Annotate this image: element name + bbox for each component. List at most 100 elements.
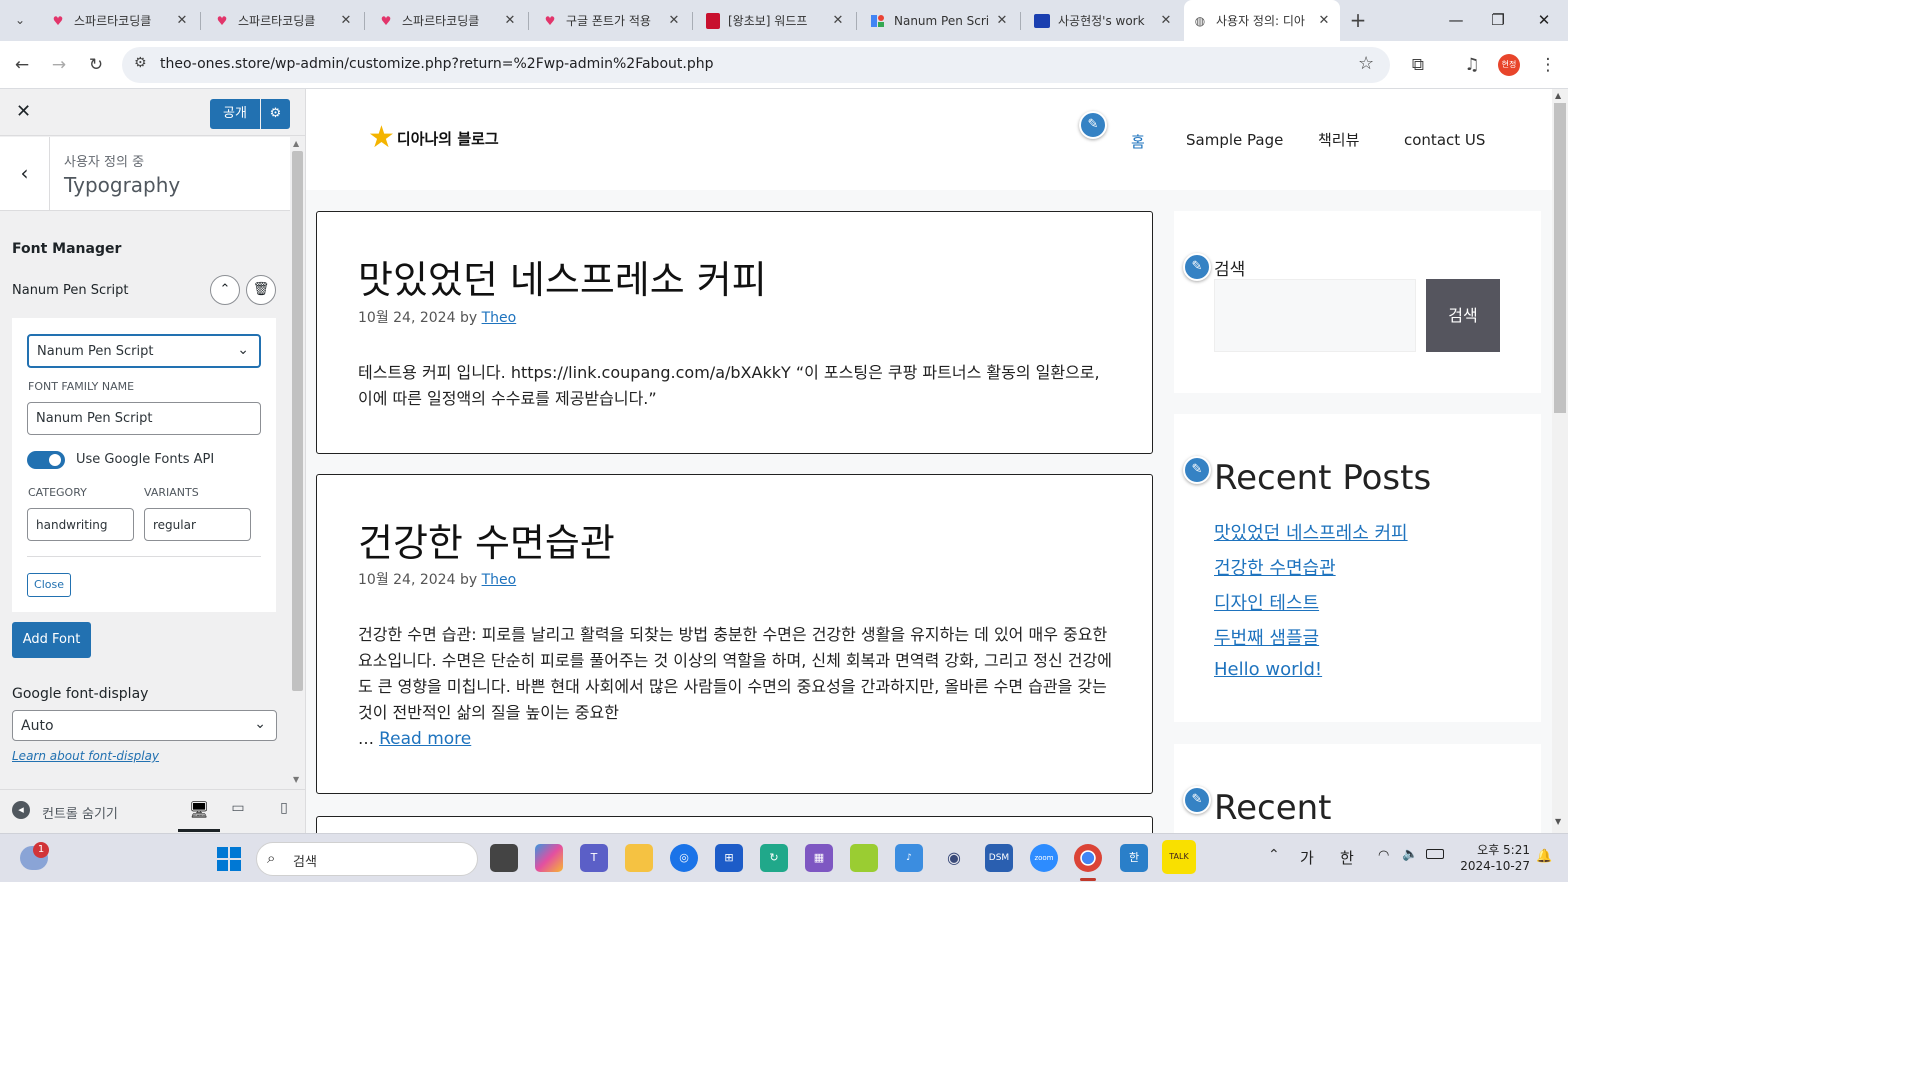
zoom-icon[interactable]: zoom — [1030, 844, 1058, 872]
media-control-icon[interactable]: ♫ — [1460, 53, 1484, 77]
copilot-icon[interactable] — [535, 844, 563, 872]
tab-search-icon[interactable]: ⌄ — [8, 8, 32, 32]
figure-app-icon[interactable] — [850, 844, 878, 872]
nav-book-review[interactable]: 책리뷰 — [1318, 129, 1359, 150]
tab-5[interactable]: [왕초보] 워드프 ✕ — [698, 6, 854, 35]
kakaotalk-icon[interactable]: TALK — [1162, 840, 1196, 874]
start-windows-icon[interactable] — [217, 847, 241, 871]
clock-time[interactable]: 오후 5:21 — [1470, 841, 1530, 858]
menu-kebab-icon[interactable]: ⋮ — [1536, 53, 1560, 77]
publish-button[interactable]: 공개 — [210, 99, 260, 129]
read-more-link[interactable]: Read more — [379, 729, 471, 749]
nav-contact[interactable]: contact US — [1404, 131, 1485, 149]
post-author-link[interactable]: Theo — [482, 572, 517, 588]
notification-bell-icon[interactable]: 🔔 — [1536, 849, 1552, 864]
back-icon[interactable]: ← — [10, 53, 34, 77]
edit-nav-pencil-icon[interactable]: ✎ — [1079, 111, 1107, 139]
restore-icon[interactable]: ❐ — [1486, 8, 1510, 32]
music-app-icon[interactable]: ♪ — [895, 844, 923, 872]
post-author-link[interactable]: Theo — [482, 310, 517, 326]
taskbar-search-box[interactable]: ⌕ 검색 — [256, 842, 478, 876]
delete-trash-icon[interactable]: 🗑 — [246, 275, 276, 305]
google-api-toggle[interactable] — [27, 451, 65, 469]
recent-post-link[interactable]: 건강한 수면습관 — [1214, 554, 1336, 580]
tab-4[interactable]: ♥ 구글 폰트가 적용 ✕ — [534, 6, 690, 35]
app-circle-icon[interactable]: ◎ — [670, 844, 698, 872]
search-submit-button[interactable]: 검색 — [1426, 279, 1500, 352]
close-tab-icon[interactable]: ✕ — [174, 13, 190, 28]
font-select[interactable]: Nanum Pen Script ⌄ — [27, 334, 261, 368]
edit-widget-pencil-icon[interactable]: ✎ — [1183, 786, 1211, 814]
edit-widget-pencil-icon[interactable]: ✎ — [1183, 456, 1211, 484]
minimize-icon[interactable]: — — [1444, 8, 1468, 32]
tablet-preview-icon[interactable]: ▭ — [228, 800, 248, 820]
teams-icon[interactable]: T — [580, 844, 608, 872]
search-input[interactable] — [1214, 279, 1416, 352]
tab-6[interactable]: Nanum Pen Scri ✕ — [862, 6, 1018, 35]
family-name-input[interactable]: Nanum Pen Script — [27, 402, 261, 435]
clock-date[interactable]: 2024-10-27 — [1455, 859, 1530, 873]
close-tab-icon[interactable]: ✕ — [502, 13, 518, 28]
post-title[interactable]: 맛있었던 네스프레소 커피 — [358, 249, 767, 304]
recent-post-link[interactable]: 맛있었던 네스프레소 커피 — [1214, 519, 1408, 545]
tray-chevron-up-icon[interactable]: ⌃ — [1268, 847, 1280, 863]
ime-mode-2[interactable]: 한 — [1340, 847, 1354, 868]
chrome-icon[interactable] — [1074, 844, 1102, 872]
close-tab-icon[interactable]: ✕ — [994, 13, 1010, 28]
tab-1[interactable]: ♥ 스파르타코딩클 ✕ — [42, 6, 198, 35]
post-title[interactable]: 건강한 수면습관 — [358, 512, 615, 567]
font-display-link[interactable]: Learn about font-display — [12, 749, 159, 763]
tab-active-customizer[interactable]: ◍ 사용자 정의: 디아 ✕ — [1184, 0, 1340, 41]
task-view-icon[interactable] — [490, 844, 518, 872]
close-font-button[interactable]: Close — [27, 573, 71, 597]
forward-icon[interactable]: → — [47, 53, 71, 77]
close-tab-icon[interactable]: ✕ — [830, 13, 846, 28]
new-tab-icon[interactable]: + — [1346, 8, 1370, 32]
variants-input[interactable]: regular — [144, 508, 251, 541]
sync-app-icon[interactable]: ↻ — [760, 844, 788, 872]
eye-app-icon[interactable]: ◉ — [940, 844, 968, 872]
hide-controls-icon[interactable]: ◂ — [12, 801, 30, 819]
nav-sample-page[interactable]: Sample Page — [1186, 131, 1283, 149]
calendar-app-icon[interactable]: ▦ — [805, 844, 833, 872]
publish-settings-gear-icon[interactable]: ⚙ — [261, 99, 290, 129]
close-tab-icon[interactable]: ✕ — [1316, 13, 1332, 28]
wifi-icon[interactable]: ◠ — [1378, 848, 1389, 863]
panel-scrollbar[interactable]: ▲ ▼ — [290, 137, 305, 787]
nav-home[interactable]: 홈 — [1131, 131, 1145, 152]
store-icon[interactable]: ⊞ — [715, 844, 743, 872]
recent-post-link[interactable]: 두번째 샘플글 — [1214, 624, 1319, 650]
close-tab-icon[interactable]: ✕ — [1158, 13, 1174, 28]
tab-7[interactable]: 사공현정's work ✕ — [1026, 6, 1182, 35]
close-tab-icon[interactable]: ✕ — [338, 13, 354, 28]
add-font-button[interactable]: Add Font — [12, 622, 91, 658]
recent-post-link[interactable]: Hello world! — [1214, 659, 1322, 680]
profile-avatar[interactable]: 현정 — [1498, 54, 1520, 76]
bookmark-star-icon[interactable]: ☆ — [1358, 53, 1374, 74]
address-bar[interactable]: ⚙ theo-ones.store/wp-admin/customize.php… — [122, 47, 1390, 83]
site-info-icon[interactable]: ⚙ — [134, 55, 147, 71]
desktop-preview-icon[interactable]: 🖥 — [178, 790, 220, 832]
reload-icon[interactable]: ↻ — [84, 53, 108, 77]
close-customizer-icon[interactable]: ✕ — [16, 101, 31, 122]
tab-3[interactable]: ♥ 스파르타코딩클 ✕ — [370, 6, 526, 35]
hide-controls-label[interactable]: 컨트롤 숨기기 — [42, 803, 118, 822]
close-tab-icon[interactable]: ✕ — [666, 13, 682, 28]
dsm-app-icon[interactable]: DSM — [985, 844, 1013, 872]
hangul-app-icon[interactable]: 한 — [1120, 844, 1148, 872]
edit-widget-pencil-icon[interactable]: ✎ — [1183, 253, 1211, 281]
ime-mode-1[interactable]: 가 — [1300, 847, 1314, 868]
back-chevron-icon[interactable]: ‹ — [0, 137, 50, 211]
mobile-preview-icon[interactable]: ▯ — [274, 800, 294, 820]
extensions-icon[interactable]: ⧉ — [1406, 53, 1430, 77]
preview-scrollbar[interactable]: ▲ ▼ — [1552, 89, 1568, 833]
volume-icon[interactable]: 🔈 — [1402, 847, 1418, 862]
category-input[interactable]: handwriting — [27, 508, 134, 541]
site-logo[interactable]: ★ 디아나의 블로그 — [368, 123, 499, 153]
file-explorer-icon[interactable] — [625, 844, 653, 872]
close-window-icon[interactable]: ✕ — [1532, 8, 1556, 32]
tab-2[interactable]: ♥ 스파르타코딩클 ✕ — [206, 6, 362, 35]
font-display-select[interactable]: Auto ⌄ — [12, 710, 277, 741]
battery-icon[interactable] — [1426, 849, 1444, 859]
recent-post-link[interactable]: 디자인 테스트 — [1214, 589, 1319, 615]
